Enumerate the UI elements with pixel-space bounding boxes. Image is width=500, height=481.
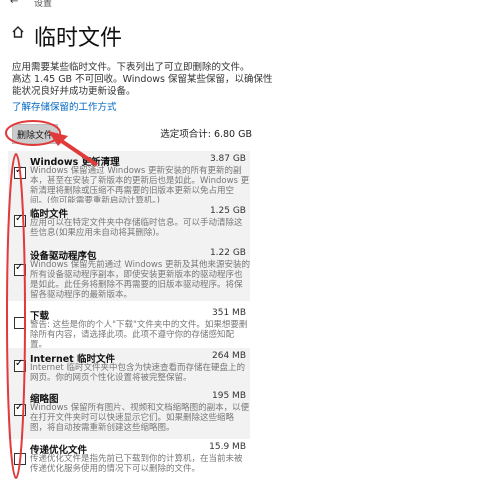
item-description: Windows 保留通过 Windows 更新安装的所有更新的副本，甚至在安装了… [30, 166, 250, 206]
home-icon [12, 26, 24, 38]
item-description: 应用可以在特定文件夹中存储临时信息。可以手动清除这些信息(如果应用未自动将其删除… [30, 218, 243, 238]
item-checkbox[interactable] [14, 213, 26, 227]
item-checkbox[interactable] [14, 358, 26, 372]
item-size: 15.9 MB [209, 442, 246, 452]
list-item[interactable]: 传递优化文件 15.9 MB 传递优化文件是指先前已下载到你的计算机，在当前未被… [8, 439, 250, 481]
item-description: 传递优化文件是指先前已下载到你的计算机，在当前未被传递优化服务使用的情况下可以删… [30, 454, 243, 474]
item-checkbox[interactable] [14, 453, 26, 465]
delete-files-button[interactable]: 删除文件 [12, 124, 58, 144]
page-title: 临时文件 [34, 26, 123, 51]
item-size: 351 MB [212, 308, 246, 318]
window-titlebar: ← 设置 [0, 0, 500, 9]
item-size: 195 MB [212, 391, 246, 401]
item-description: Windows 保留先前通过 Windows 更新及其他来源安装的所有设备驱动程… [30, 260, 250, 300]
item-description: 警告: 这些是你的个人"下载"文件夹中的文件。如果想要删除所有内容，请选择此项。… [30, 320, 248, 350]
item-checkbox[interactable] [14, 317, 26, 329]
item-checkbox[interactable] [14, 402, 26, 416]
list-item[interactable]: Windows 更新清理 3.87 GB Windows 保留通过 Window… [8, 151, 250, 208]
item-description: Internet 临时文件夹中包含为快速查看而存储在硬盘上的网页。你的网页个性化… [30, 363, 245, 383]
item-checkbox[interactable] [14, 262, 26, 276]
list-item[interactable]: 缩略图 195 MB Windows 保留所有图片、视频和文档缩略图的副本，以便… [8, 388, 250, 440]
item-checkbox[interactable] [14, 165, 26, 179]
reserved-storage-text: 高达 1.45 GB 不可回收。Windows 保留某些保留，以确保性能状况良好… [12, 74, 273, 97]
back-arrow-icon[interactable]: ← [10, 0, 18, 7]
list-item[interactable]: 下载 351 MB 警告: 这些是你的个人"下载"文件夹中的文件。如果想要删除所… [8, 305, 250, 350]
window-title: 设置 [34, 0, 53, 9]
list-item[interactable]: 临时文件 1.25 GB 应用可以在特定文件夹中存储临时信息。可以手动清除这些信… [8, 203, 250, 247]
storage-reserve-link[interactable]: 了解存储保留的工作方式 [12, 99, 117, 113]
item-size: 3.87 GB [209, 154, 246, 164]
list-item[interactable]: 设备驱动程序包 1.22 GB Windows 保留先前通过 Windows 更… [8, 245, 250, 301]
item-description: Windows 保留所有图片、视频和文档缩略图的副本，以便在打开文件夹时可以快速… [30, 403, 250, 433]
item-size: 1.25 GB [209, 206, 246, 216]
list-item[interactable]: Internet 临时文件 264 MB Internet 临时文件夹中包含为快… [8, 348, 250, 390]
selected-total: 选定项合计: 6.80 GB [160, 129, 252, 140]
intro-text: 应用需要某些临时文件。下表列出了可立即删除的文件。 [12, 62, 250, 73]
item-size: 264 MB [212, 351, 246, 361]
item-size: 1.22 GB [209, 248, 246, 258]
